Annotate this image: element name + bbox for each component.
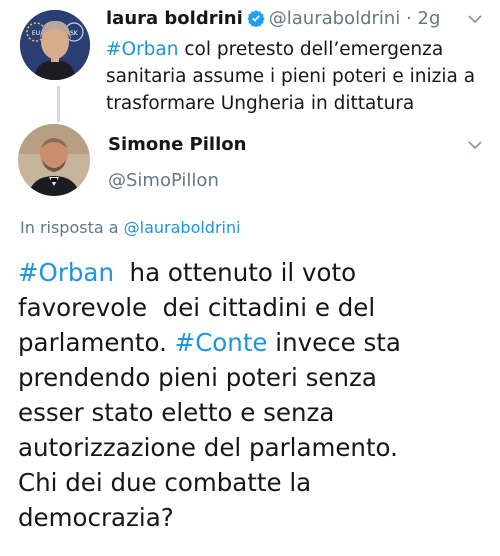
author-name[interactable]: laura boldrini xyxy=(106,8,243,29)
verified-badge-icon xyxy=(247,9,265,32)
tweet-text-segment: invece sta xyxy=(267,328,401,357)
tweet-text-line: sanitaria assume i pieni poteri e inizia… xyxy=(106,66,476,87)
hashtag-link[interactable]: #Orban xyxy=(18,258,114,287)
reply-prefix: In risposta a xyxy=(20,218,124,237)
avatar-image: EU SK xyxy=(20,10,90,80)
chevron-down-icon[interactable] xyxy=(466,136,484,158)
header-separator: · xyxy=(406,8,412,29)
original-tweet: EU SK laura boldrini @lauraboldrini · 2g … xyxy=(0,0,500,120)
tweet-text-line: trasformare Ungheria in dittatura xyxy=(106,93,415,114)
tweet-text-segment: col pretesto dell’emergenza xyxy=(178,39,444,60)
reply-context: In risposta a @lauraboldrini xyxy=(20,218,241,237)
avatar-laura-boldrini[interactable]: EU SK xyxy=(20,10,90,80)
tweet-text-line: esser stato eletto e senza xyxy=(18,398,335,427)
tweet-text-segment: ha ottenuto il voto xyxy=(113,258,357,287)
tweet-header: laura boldrini @lauraboldrini · 2g xyxy=(106,8,440,32)
tweet-text-line: Chi dei due combatte la xyxy=(18,468,312,497)
tweet-text-line: democrazia? xyxy=(18,503,174,532)
thread-connector xyxy=(57,86,60,122)
avatar-badge-sk: SK xyxy=(70,30,79,37)
reply-tweet-text: #Orban ha ottenuto il voto favorevole de… xyxy=(18,255,488,535)
tweet-timestamp[interactable]: 2g xyxy=(418,8,441,29)
hashtag-link[interactable]: #Orban xyxy=(106,39,178,60)
tweet-text: #Orban col pretesto dell’emergenza sanit… xyxy=(106,36,486,117)
avatar-image xyxy=(18,124,90,196)
chevron-down-icon[interactable] xyxy=(466,10,484,32)
reply-to-link[interactable]: @lauraboldrini xyxy=(124,218,241,237)
avatar-simone-pillon[interactable] xyxy=(18,124,90,196)
avatar-badge-eu: EU xyxy=(32,30,40,37)
reply-author-name[interactable]: Simone Pillon xyxy=(108,134,246,155)
tweet-text-line: autorizzazione del parlamento. xyxy=(18,433,398,462)
tweet-text-segment: parlamento. xyxy=(18,328,175,357)
tweet-text-line: favorevole dei cittadini e del xyxy=(18,293,376,322)
tweet-text-line: prendendo pieni poteri senza xyxy=(18,363,377,392)
hashtag-link[interactable]: #Conte xyxy=(175,328,268,357)
reply-author-handle[interactable]: @SimoPillon xyxy=(108,170,219,191)
author-handle[interactable]: @lauraboldrini xyxy=(269,8,401,29)
